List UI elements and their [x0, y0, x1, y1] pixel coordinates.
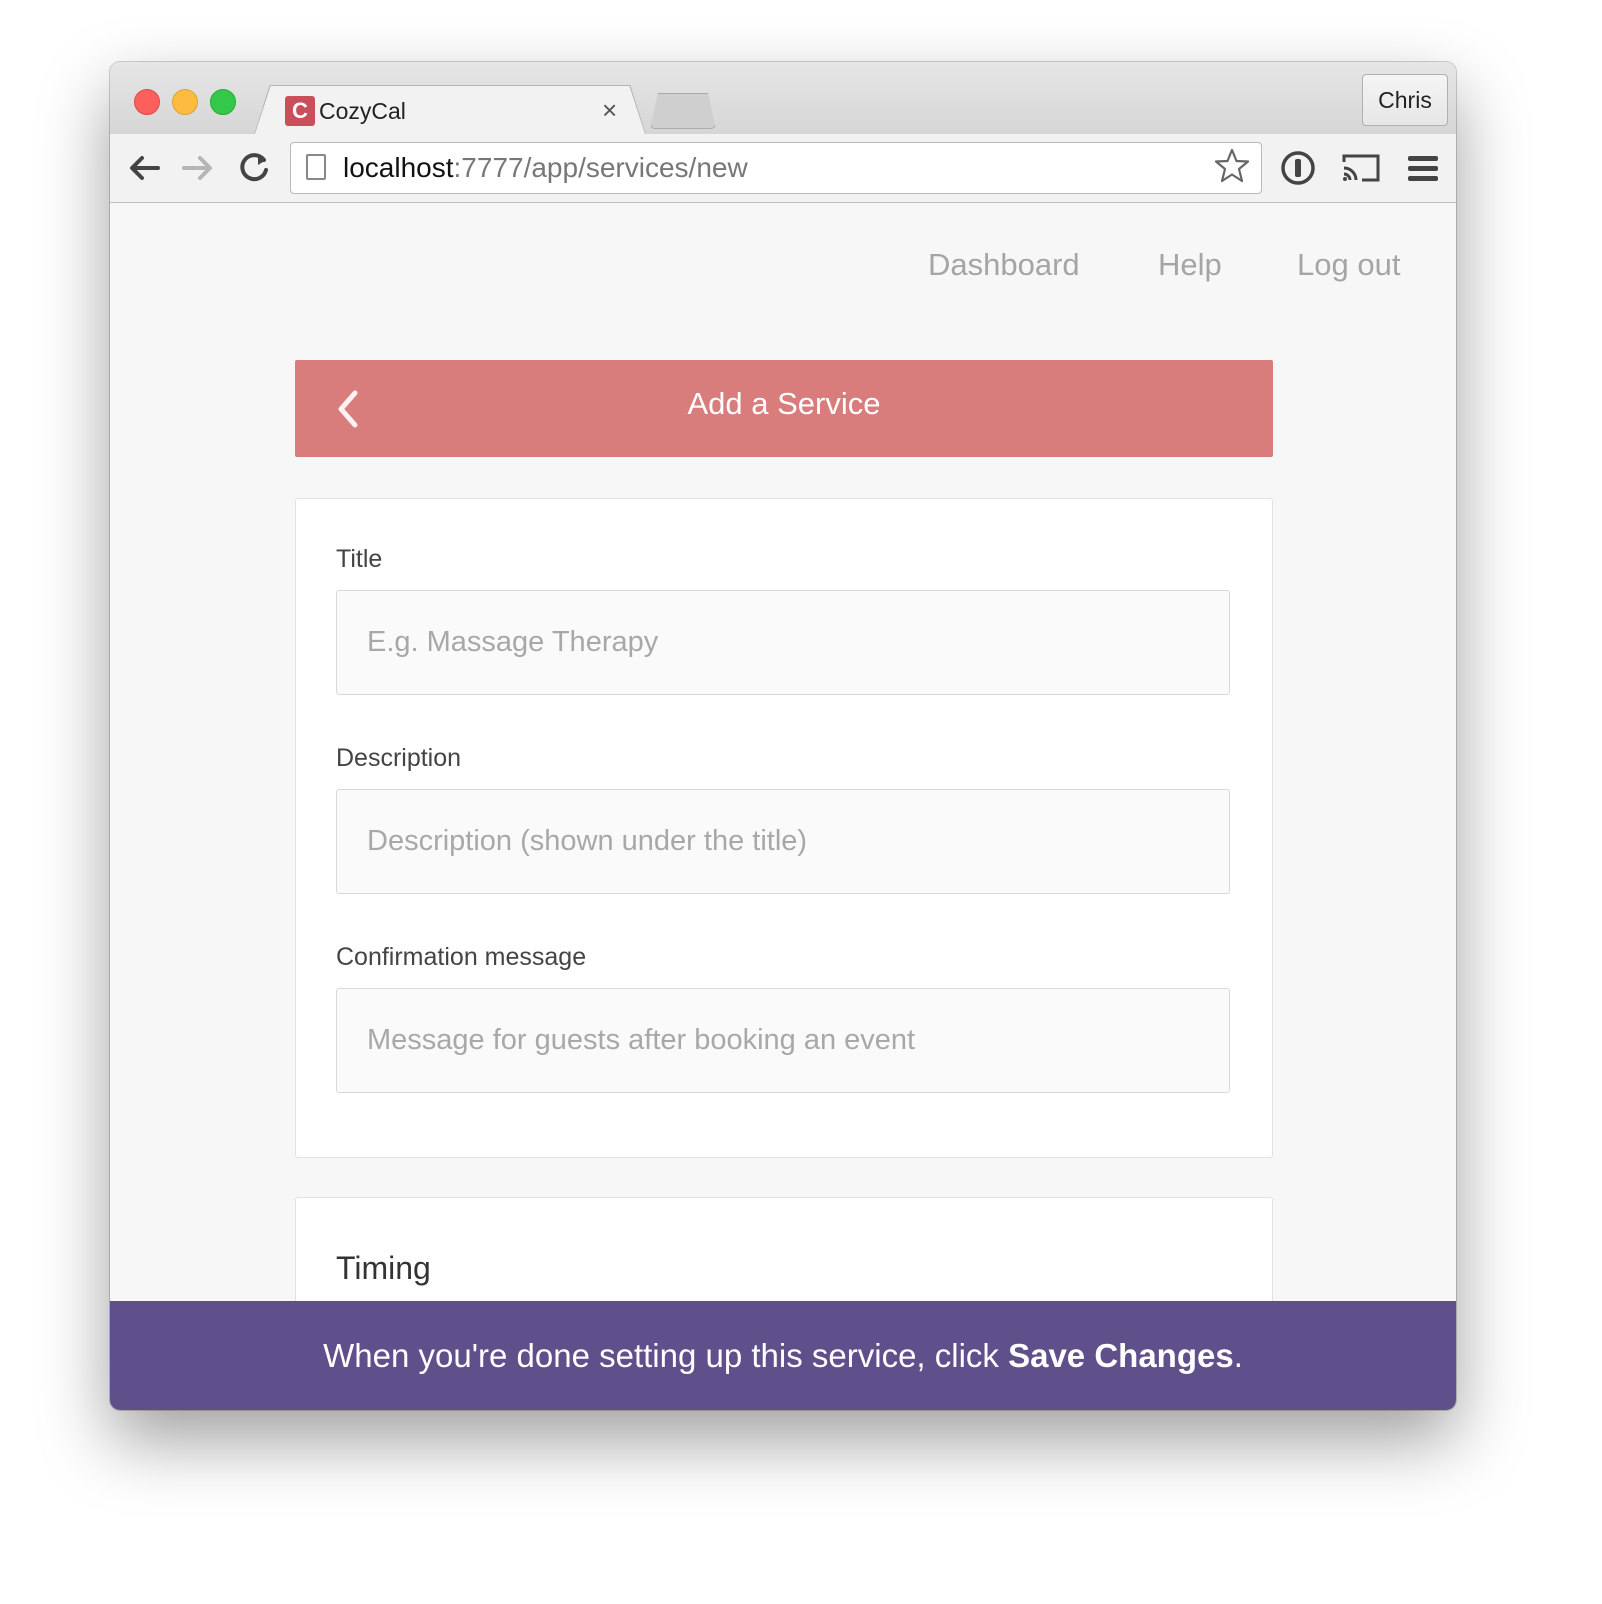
nav-logout-link[interactable]: Log out: [1297, 247, 1400, 283]
forward-arrow-icon[interactable]: [178, 148, 218, 188]
page-icon: [306, 154, 326, 180]
cast-icon[interactable]: [1340, 148, 1380, 188]
page-header: Add a Service: [295, 360, 1273, 457]
close-window-button[interactable]: [134, 89, 160, 115]
confirmation-message-input[interactable]: [336, 988, 1230, 1093]
menu-icon[interactable]: [1403, 148, 1443, 188]
tab-cozycal[interactable]: C CozyCal ×: [254, 85, 646, 135]
title-input[interactable]: [336, 590, 1230, 695]
address-bar[interactable]: localhost:7777/app/services/new: [290, 142, 1262, 194]
timing-title: Timing: [336, 1250, 431, 1286]
minimize-window-button[interactable]: [172, 89, 198, 115]
profile-button[interactable]: Chris: [1362, 74, 1448, 126]
description-input[interactable]: [336, 789, 1230, 894]
star-icon[interactable]: [1213, 147, 1251, 193]
banner-text: When you're done setting up this service…: [323, 1337, 1009, 1374]
banner-period: .: [1233, 1337, 1243, 1374]
url-text[interactable]: localhost:7777/app/services/new: [343, 151, 748, 185]
page-content: Dashboard Help Log out Add a Service Tit…: [110, 203, 1456, 1410]
cozycal-favicon-icon: C: [285, 96, 315, 126]
title-label: Title: [336, 545, 383, 573]
banner-save-changes: Save Changes: [1008, 1337, 1234, 1374]
confirmation-label: Confirmation message: [336, 943, 587, 971]
description-label: Description: [336, 744, 462, 772]
nav-help-link[interactable]: Help: [1158, 247, 1222, 283]
tab-title: CozyCal: [319, 98, 406, 124]
password-manager-icon[interactable]: [1278, 148, 1318, 188]
url-path: :7777/app/services/new: [453, 152, 748, 183]
reload-icon[interactable]: [234, 148, 274, 188]
url-host: localhost: [343, 152, 454, 183]
page-title: Add a Service: [687, 386, 881, 421]
back-arrow-icon[interactable]: [124, 148, 164, 188]
browser-toolbar: localhost:7777/app/services/new: [110, 134, 1456, 203]
browser-window: C CozyCal × Chris localhost:7777/app/ser…: [110, 62, 1456, 1410]
new-tab-button[interactable]: [650, 93, 716, 129]
tab-close-icon[interactable]: ×: [602, 95, 617, 125]
nav-dashboard-link[interactable]: Dashboard: [928, 247, 1080, 283]
save-hint-banner: When you're done setting up this service…: [110, 1301, 1456, 1410]
service-details-card: Title Description Confirmation message: [295, 498, 1273, 1158]
zoom-window-button[interactable]: [210, 89, 236, 115]
tab-strip: C CozyCal × Chris: [110, 62, 1456, 135]
